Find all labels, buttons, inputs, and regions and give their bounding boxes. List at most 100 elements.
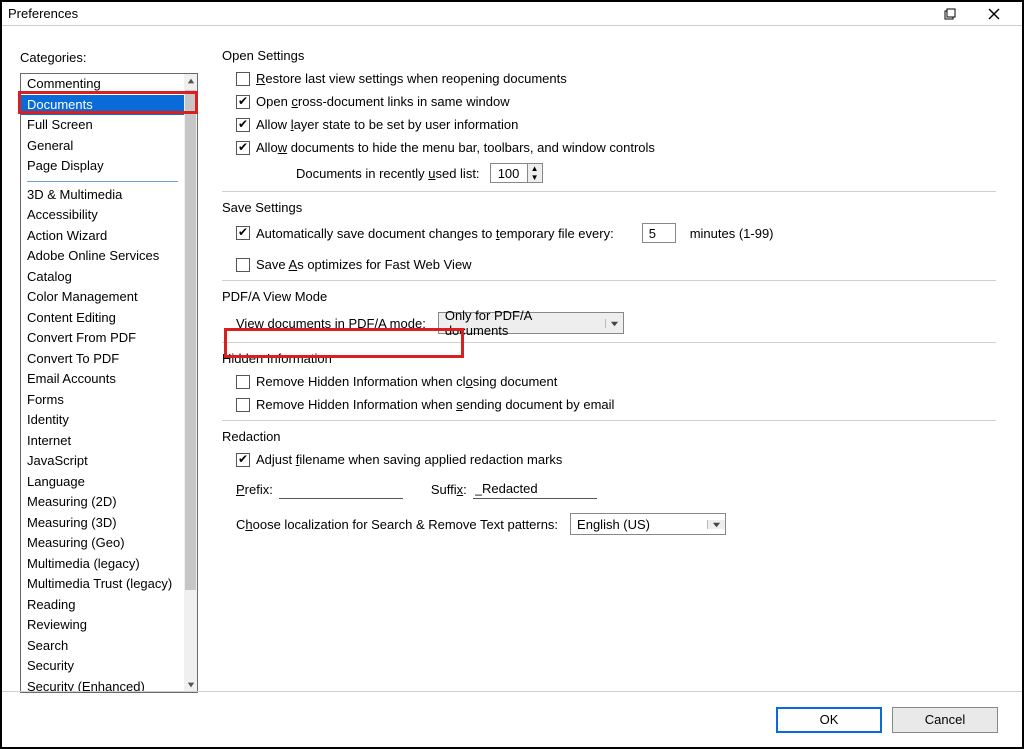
- loc-row: Choose localization for Search & Remove …: [236, 513, 996, 535]
- fastweb-label: Save As optimizes for Fast Web View: [256, 257, 472, 272]
- category-item[interactable]: Color Management: [21, 287, 184, 308]
- category-item[interactable]: Measuring (3D): [21, 513, 184, 534]
- hidden-close-label: Remove Hidden Information when closing d…: [256, 374, 557, 389]
- category-item[interactable]: Measuring (Geo): [21, 533, 184, 554]
- category-item[interactable]: Reviewing: [21, 615, 184, 636]
- categories-label: Categories:: [20, 50, 198, 65]
- cross-label: Open cross-document links in same window: [256, 94, 510, 109]
- group-redaction: Redaction Adjust filename when saving ap…: [222, 429, 996, 535]
- scrollbar[interactable]: [184, 74, 197, 692]
- scroll-down-icon[interactable]: [184, 678, 197, 692]
- category-item[interactable]: Convert From PDF: [21, 328, 184, 349]
- group-save-settings: Save Settings Automatically save documen…: [222, 200, 996, 272]
- footer: OK Cancel: [2, 691, 1022, 747]
- hidectl-row[interactable]: Allow documents to hide the menu bar, to…: [236, 140, 996, 155]
- category-item[interactable]: General: [21, 136, 184, 157]
- ok-button[interactable]: OK: [776, 707, 882, 733]
- redaction-heading: Redaction: [222, 429, 996, 444]
- prefix-suffix-row: Prefix: Suffix:: [236, 479, 996, 499]
- fastweb-row[interactable]: Save As optimizes for Fast Web View: [236, 257, 996, 272]
- category-item[interactable]: 3D & Multimedia: [21, 185, 184, 206]
- titlebar: Preferences: [2, 2, 1022, 26]
- hidectl-checkbox[interactable]: [236, 141, 250, 155]
- recent-row: Documents in recently used list: ▲▼: [236, 163, 996, 183]
- suffix-label: Suffix:: [431, 482, 467, 497]
- category-item[interactable]: Email Accounts: [21, 369, 184, 390]
- pdfa-select-value: Only for PDF/A documents: [445, 308, 605, 338]
- category-item[interactable]: Forms: [21, 390, 184, 411]
- category-item[interactable]: Reading: [21, 595, 184, 616]
- scroll-up-icon[interactable]: [184, 74, 197, 88]
- category-item[interactable]: Language: [21, 472, 184, 493]
- category-item[interactable]: JavaScript: [21, 451, 184, 472]
- suffix-input[interactable]: [473, 479, 597, 499]
- scroll-thumb[interactable]: [185, 90, 196, 590]
- recent-label: Documents in recently used list:: [296, 166, 480, 181]
- chevron-down-icon: [605, 319, 623, 328]
- category-item[interactable]: Convert To PDF: [21, 349, 184, 370]
- layer-label: Allow layer state to be set by user info…: [256, 117, 518, 132]
- category-item[interactable]: Adobe Online Services: [21, 246, 184, 267]
- hidden-send-row[interactable]: Remove Hidden Information when sending d…: [236, 397, 996, 412]
- hidden-heading: Hidden Information: [222, 351, 996, 366]
- adjust-label: Adjust filename when saving applied reda…: [256, 452, 562, 467]
- adjust-checkbox[interactable]: [236, 453, 250, 467]
- chevron-down-icon: [707, 520, 725, 529]
- category-item[interactable]: Multimedia Trust (legacy): [21, 574, 184, 595]
- hidden-close-checkbox[interactable]: [236, 375, 250, 389]
- pdfa-select[interactable]: Only for PDF/A documents: [438, 312, 624, 334]
- restore-label: Restore last view settings when reopenin…: [256, 71, 567, 86]
- hidden-send-checkbox[interactable]: [236, 398, 250, 412]
- category-item[interactable]: Search: [21, 636, 184, 657]
- restore-checkbox[interactable]: [236, 72, 250, 86]
- category-item[interactable]: Page Display: [21, 156, 184, 177]
- category-item[interactable]: Content Editing: [21, 308, 184, 329]
- category-item[interactable]: Internet: [21, 431, 184, 452]
- autosave-checkbox[interactable]: [236, 226, 250, 240]
- prefix-input[interactable]: [279, 479, 403, 499]
- spin-down-icon[interactable]: ▼: [528, 173, 542, 182]
- fastweb-checkbox[interactable]: [236, 258, 250, 272]
- restore-row[interactable]: Restore last view settings when reopenin…: [236, 71, 996, 86]
- autosave-input[interactable]: [642, 223, 676, 243]
- categories-listbox[interactable]: CommentingDocumentsFull ScreenGeneralPag…: [20, 73, 198, 693]
- category-item[interactable]: Multimedia (legacy): [21, 554, 184, 575]
- open-settings-heading: Open Settings: [222, 48, 996, 63]
- hidden-close-row[interactable]: Remove Hidden Information when closing d…: [236, 374, 996, 389]
- group-open-settings: Open Settings Restore last view settings…: [222, 48, 996, 183]
- recent-input[interactable]: [490, 163, 528, 183]
- category-item[interactable]: Catalog: [21, 267, 184, 288]
- spin-up-icon[interactable]: ▲: [528, 164, 542, 173]
- pdfa-heading: PDF/A View Mode: [222, 289, 996, 304]
- save-settings-heading: Save Settings: [222, 200, 996, 215]
- hidden-send-label: Remove Hidden Information when sending d…: [256, 397, 614, 412]
- pdfa-label: View documents in PDF/A mode:: [236, 316, 426, 331]
- category-item[interactable]: Security: [21, 656, 184, 677]
- category-item[interactable]: Accessibility: [21, 205, 184, 226]
- cancel-button[interactable]: Cancel: [892, 707, 998, 733]
- category-item[interactable]: Measuring (2D): [21, 492, 184, 513]
- category-item[interactable]: Full Screen: [21, 115, 184, 136]
- cross-checkbox[interactable]: [236, 95, 250, 109]
- loc-select-value: English (US): [577, 517, 707, 532]
- layer-row[interactable]: Allow layer state to be set by user info…: [236, 117, 996, 132]
- window-title: Preferences: [8, 6, 928, 21]
- layer-checkbox[interactable]: [236, 118, 250, 132]
- cross-row[interactable]: Open cross-document links in same window: [236, 94, 996, 109]
- category-item[interactable]: Security (Enhanced): [21, 677, 184, 693]
- hidectl-label: Allow documents to hide the menu bar, to…: [256, 140, 655, 155]
- restore-icon[interactable]: [928, 3, 972, 25]
- group-pdfa: PDF/A View Mode View documents in PDF/A …: [222, 289, 996, 334]
- category-item[interactable]: Action Wizard: [21, 226, 184, 247]
- category-item[interactable]: Commenting: [21, 74, 184, 95]
- autosave-suffix: minutes (1-99): [690, 226, 774, 241]
- group-hidden: Hidden Information Remove Hidden Informa…: [222, 351, 996, 412]
- loc-select[interactable]: English (US): [570, 513, 726, 535]
- adjust-row[interactable]: Adjust filename when saving applied reda…: [236, 452, 996, 467]
- autosave-row[interactable]: Automatically save document changes to t…: [236, 223, 996, 243]
- category-item[interactable]: Identity: [21, 410, 184, 431]
- loc-label: Choose localization for Search & Remove …: [236, 517, 558, 532]
- close-icon[interactable]: [972, 3, 1016, 25]
- category-item[interactable]: Documents: [21, 95, 184, 116]
- prefix-label: Prefix:: [236, 482, 273, 497]
